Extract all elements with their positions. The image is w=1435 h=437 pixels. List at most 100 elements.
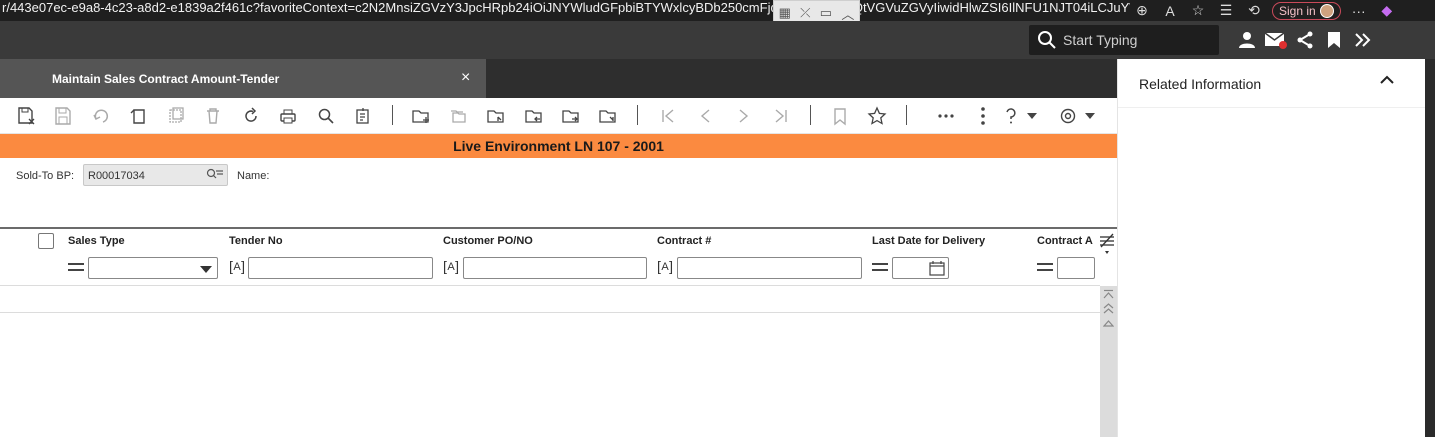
more-vertical-icon[interactable] [972,106,994,126]
bookmark-icon[interactable] [1319,25,1348,55]
favorite-star-icon[interactable] [866,106,888,126]
refresh-icon[interactable] [240,106,262,126]
expand-double-chevron-icon[interactable] [1348,25,1377,55]
bookmark-icon[interactable] [829,106,851,126]
find-icon[interactable] [315,106,337,126]
chevron-down-icon [200,266,212,273]
divider [0,285,1100,286]
equals-operator-icon[interactable] [872,262,888,272]
save-and-close-icon[interactable] [15,106,37,126]
sold-to-bp-value: R00017034 [88,170,145,182]
related-information-panel: Related Information [1117,59,1426,437]
customer-po-filter-input[interactable] [463,257,647,279]
scroll-page-up-icon[interactable] [1103,303,1114,314]
session-toolbar [0,98,1117,134]
undo-icon[interactable] [90,106,112,126]
browser-address-bar: r/443e07ec-e9a8-4c23-a8d2-e1839a2f461c?f… [0,0,1435,26]
address-url[interactable]: r/443e07ec-e9a8-4c23-a8d2-e1839a2f461c?f… [2,0,1130,21]
sign-in-label: Sign in [1279,3,1316,18]
browser-toolbar-icons: ⊕ A ☆ ☰ ⟲ Sign in ··· ◆ [1128,0,1401,21]
close-icon[interactable]: × [461,69,470,87]
column-header-last-delivery-date[interactable]: Last Date for Delivery [872,235,985,247]
environment-banner: Live Environment LN 107 - 2001 [0,134,1117,158]
zoom-icon[interactable]: ⊕ [1128,2,1156,19]
new-group-icon[interactable] [410,106,432,126]
favorite-star-icon[interactable]: ☆ [1184,2,1212,19]
calendar-icon[interactable] [929,261,945,276]
select-all-checkbox[interactable] [38,233,54,249]
related-information-title: Related Information [1139,76,1262,92]
scroll-top-icon[interactable] [1103,289,1114,300]
print-icon[interactable] [277,106,299,126]
last-group-icon[interactable] [597,106,619,126]
sold-to-bp-label: Sold-To BP: [16,170,75,182]
text-operator-icon[interactable]: A [657,258,673,275]
column-header-tender-no[interactable]: Tender No [229,235,283,247]
contract-amount-filter-input[interactable] [1057,257,1095,279]
user-icon[interactable] [1232,25,1261,55]
grid-icon[interactable]: ▦ [779,5,791,21]
column-header-sales-type[interactable]: Sales Type [68,235,125,247]
text-editor-icon[interactable] [352,106,374,126]
sales-type-filter-select[interactable] [88,257,218,279]
page-scrollbar[interactable] [1425,59,1435,437]
read-aloud-icon[interactable]: A [1156,3,1184,19]
app-header: Start Typing [0,21,1435,59]
duplicate-icon[interactable] [165,106,187,126]
search-box[interactable]: Start Typing [1029,25,1219,55]
grid-top-border [0,227,1117,229]
previous-group-icon[interactable] [523,106,545,126]
chevron-up-icon[interactable]: ︿ [841,4,854,23]
monitor-icon[interactable]: ▭ [820,5,832,21]
favorites-list-icon[interactable]: ☰ [1212,2,1240,19]
equals-operator-icon[interactable] [68,262,84,272]
grid-scrollbar[interactable] [1100,286,1117,437]
text-operator-icon[interactable]: A [443,258,459,275]
equals-operator-icon[interactable] [1037,262,1053,272]
tab-maintain-sales-contract[interactable]: Maintain Sales Contract Amount-Tender × [0,59,486,98]
more-options-icon[interactable]: ··· [1345,3,1373,19]
sign-in-button[interactable]: Sign in [1272,1,1341,20]
settings-menu-icon[interactable] [1058,106,1098,126]
column-header-contract-no[interactable]: Contract # [657,235,711,247]
search-icon [1038,31,1056,49]
mail-icon[interactable] [1261,25,1290,55]
divider [1118,107,1426,108]
chevron-up-icon[interactable] [1380,75,1394,85]
toolbar-separator [392,105,393,125]
last-delivery-date-filter-input[interactable] [892,257,949,279]
next-record-icon[interactable] [732,106,754,126]
copy-group-icon[interactable] [448,106,470,126]
tab-title: Maintain Sales Contract Amount-Tender [52,72,280,86]
session-tab-bar: Maintain Sales Contract Amount-Tender × [0,59,1117,98]
more-horizontal-icon[interactable] [935,106,957,126]
first-group-icon[interactable] [485,106,507,126]
tender-no-filter-input[interactable] [248,257,433,279]
history-icon[interactable]: ⟲ [1240,2,1268,19]
name-label: Name: [237,170,270,182]
copilot-icon[interactable]: ◆ [1373,2,1401,19]
lookup-icon[interactable] [206,168,224,182]
toolbar-separator [637,105,638,125]
scroll-up-icon[interactable] [1103,318,1114,329]
last-record-icon[interactable] [770,106,792,126]
sold-to-bp-field[interactable]: R00017034 [83,164,228,186]
new-record-icon[interactable] [128,106,150,126]
column-header-customer-po[interactable]: Customer PO/NO [443,235,533,247]
share-icon[interactable] [1290,25,1319,55]
previous-record-icon[interactable] [695,106,717,126]
help-menu-icon[interactable] [1000,106,1040,126]
first-record-icon[interactable] [657,106,679,126]
header-actions [1232,25,1377,55]
column-settings-icon[interactable] [1098,232,1116,256]
collapse-icon[interactable]: ⤫ [800,5,810,21]
next-group-icon[interactable] [560,106,582,126]
text-operator-icon[interactable]: A [229,258,245,275]
delete-icon[interactable] [202,106,224,126]
avatar [1319,3,1334,18]
contract-no-filter-input[interactable] [677,257,862,279]
column-header-contract-amount[interactable]: Contract A [1037,235,1093,247]
table-row[interactable] [0,312,1100,313]
toolbar-separator [810,105,811,125]
save-icon[interactable] [52,106,74,126]
